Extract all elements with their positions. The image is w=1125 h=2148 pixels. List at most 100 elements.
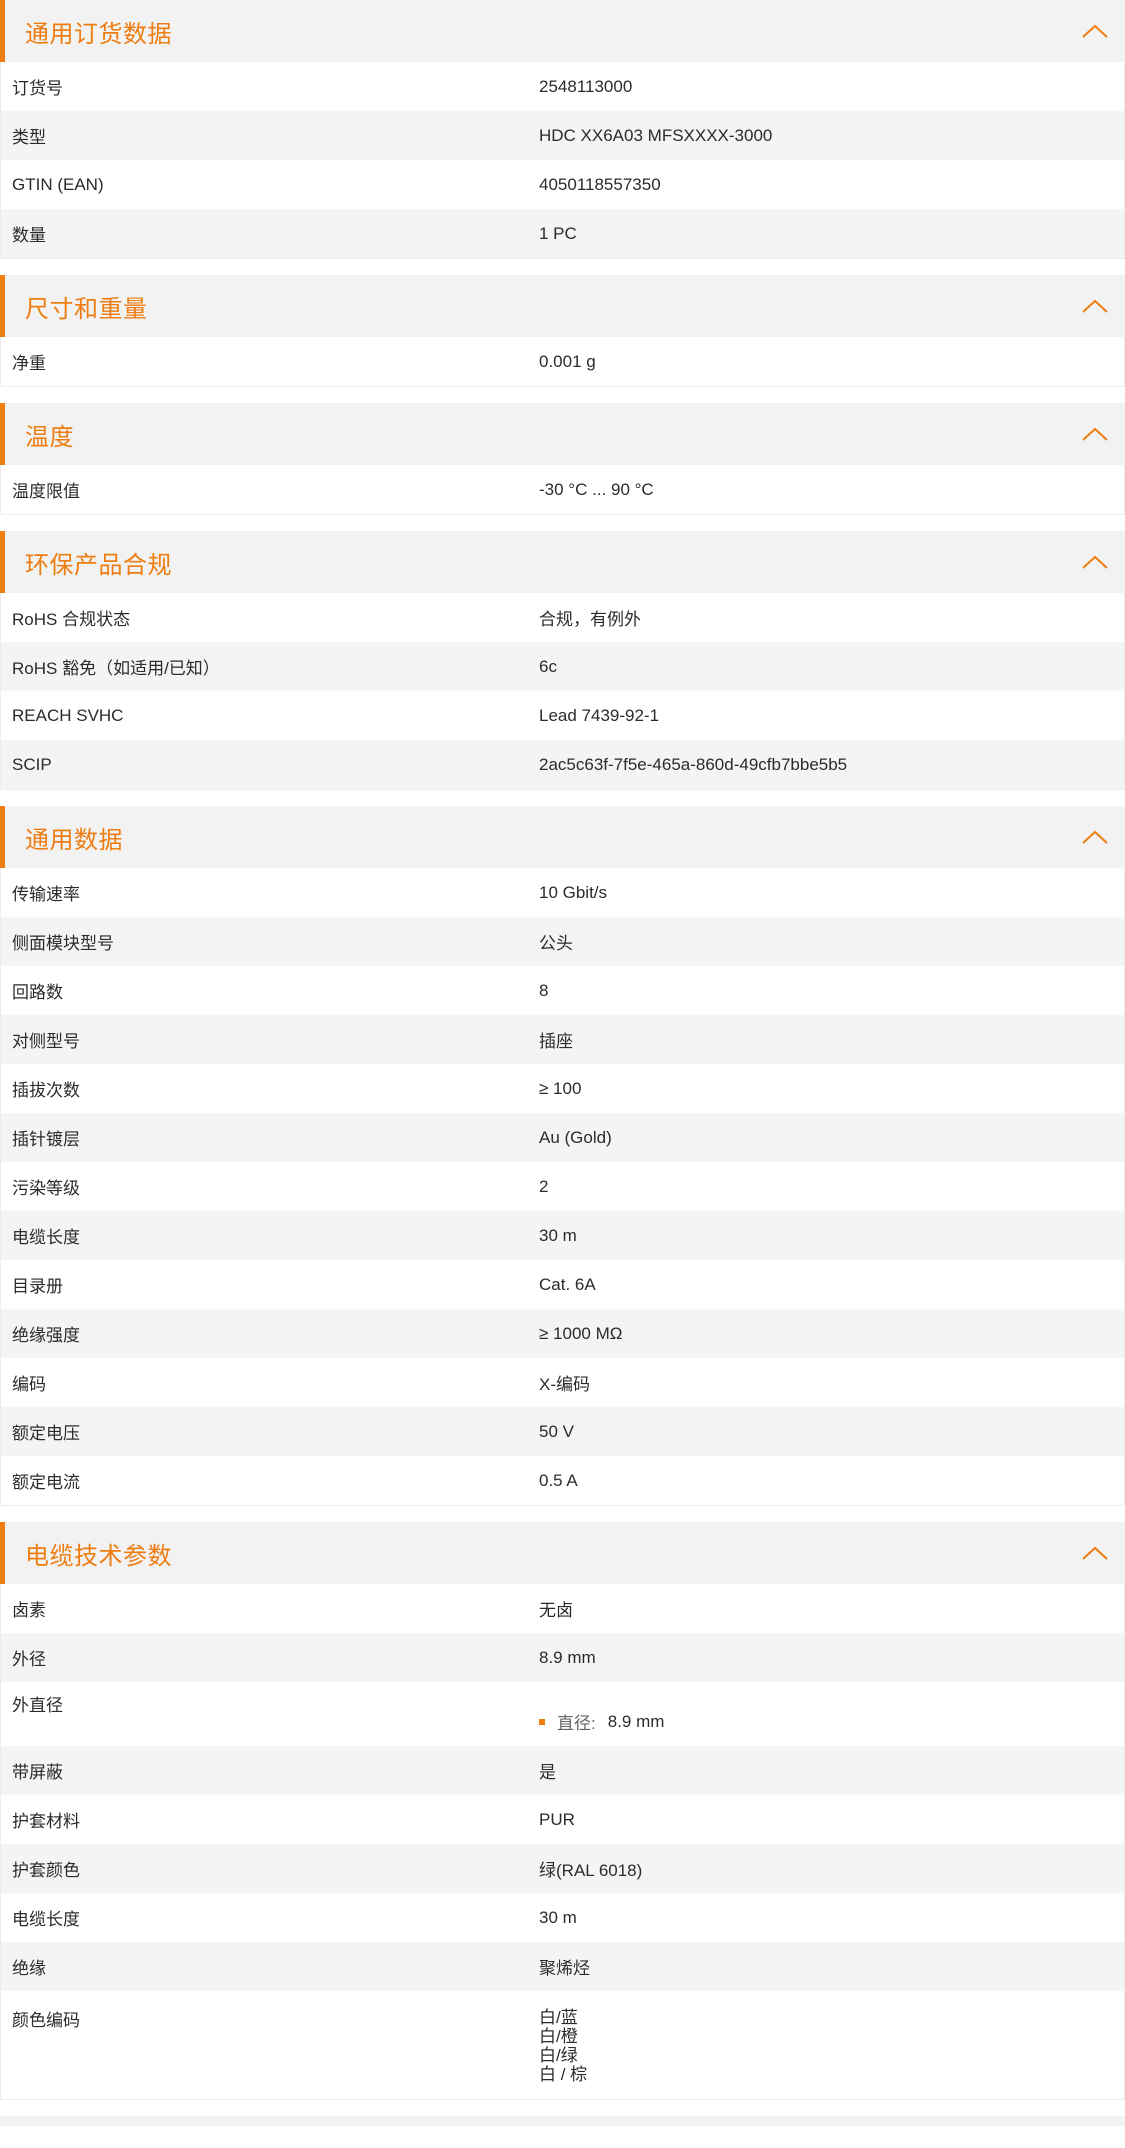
spec-label: 插拔次数 xyxy=(12,1081,80,1100)
spec-row: 颜色编码 白/蓝 白/橙 白/绿白 / 棕 xyxy=(1,1991,1124,2099)
section-title: 尺寸和重量 xyxy=(25,295,148,323)
spec-section: 温度温度限值 -30 °C ... 90 °C xyxy=(0,403,1125,515)
spec-value: 1 PC xyxy=(539,223,577,243)
spec-value: ≥ 100 xyxy=(539,1078,582,1098)
spec-label: 护套材料 xyxy=(12,1812,80,1831)
spec-row: 数量 1 PC xyxy=(1,209,1124,258)
spec-table: RoHS 合规状态 合规，有例外 RoHS 豁免（如适用/已知） 6c REACH SV… xyxy=(0,593,1125,790)
spec-label: 卤素 xyxy=(12,1601,46,1620)
spec-value: 2ac5c63f-7f5e-465a-860d-49cfb7bbe5b5 xyxy=(539,754,848,774)
spec-row: REACH SVHC Lead 7439-92-1 xyxy=(1,691,1124,740)
chevron-up-icon[interactable] xyxy=(1081,298,1109,314)
section-title: 环保产品合规 xyxy=(25,551,172,579)
spec-section: 通用数据 传输速率 10 Gbit/s 侧面模块型号 公头回路数 8 对侧型号 插座插拔次数 ≥… xyxy=(0,806,1125,1506)
spec-value: X-编码 xyxy=(539,1375,590,1394)
section-header[interactable]: 通用数据 xyxy=(0,806,1125,868)
spec-row: 外直径 直径: 8.9 mm xyxy=(1,1682,1124,1746)
spec-value: 2548113000 xyxy=(539,76,633,96)
spec-label: 绝缘 xyxy=(12,1959,46,1978)
spec-row: 侧面模块型号 公头 xyxy=(1,917,1124,966)
spec-section: 电缆技术参数 卤素 无卤 外径 8.9 mm 外直径 直径: 8.9 mm 带屏蔽 是护套材料 PU… xyxy=(0,1522,1125,2100)
spec-label: REACH SVHC xyxy=(12,705,124,725)
spec-table: 温度限值 -30 °C ... 90 °C xyxy=(0,465,1125,515)
bullet-value: 8.9 mm xyxy=(607,1711,665,1731)
spec-row: SCIP 2ac5c63f-7f5e-465a-860d-49cfb7bbe5b5 xyxy=(1,740,1124,789)
spec-label: 绝缘强度 xyxy=(12,1326,80,1345)
spec-row: 带屏蔽 是 xyxy=(1,1746,1124,1795)
spec-label: GTIN (EAN) xyxy=(12,174,104,194)
spec-table: 净重 0.001 g xyxy=(0,337,1125,387)
spec-value: 公头 xyxy=(539,934,573,953)
spec-value: 50 V xyxy=(539,1421,574,1441)
spec-label: 电缆长度 xyxy=(12,1910,80,1929)
spec-value: 0.001 g xyxy=(539,351,596,371)
spec-row: RoHS 合规状态 合规，有例外 xyxy=(1,593,1124,642)
spec-label: 侧面模块型号 xyxy=(12,934,114,953)
spec-value: 0.5 A xyxy=(539,1470,578,1490)
spec-label: 回路数 xyxy=(12,983,63,1002)
spec-label: 外径 xyxy=(12,1650,46,1669)
section-header[interactable]: 电缆技术参数 xyxy=(0,1522,1125,1584)
bullet-label: 直径: xyxy=(557,1714,596,1733)
spec-label: RoHS 豁免（如适用/已知） xyxy=(12,659,220,678)
spec-value: 2 xyxy=(539,1176,549,1196)
spec-row: RoHS 豁免（如适用/已知） 6c xyxy=(1,642,1124,691)
spec-value-list: 直径: 8.9 mm xyxy=(539,1691,1124,1734)
spec-row: 额定电流 0.5 A xyxy=(1,1456,1124,1505)
spec-row: 护套颜色 绿(RAL 6018) xyxy=(1,1844,1124,1893)
spec-row: GTIN (EAN) 4050118557350 xyxy=(1,160,1124,209)
chevron-up-icon[interactable] xyxy=(1081,23,1109,39)
spec-row: 传输速率 10 Gbit/s xyxy=(1,868,1124,917)
spec-label: 额定电压 xyxy=(12,1424,80,1443)
chevron-up-icon[interactable] xyxy=(1081,426,1109,442)
spec-value: 聚烯烃 xyxy=(539,1959,590,1978)
section-header[interactable]: 环保产品合规 xyxy=(0,531,1125,593)
spec-row: 绝缘强度 ≥ 1000 MΩ xyxy=(1,1309,1124,1358)
section-title: 通用订货数据 xyxy=(25,20,172,48)
section-header[interactable]: 尺寸和重量 xyxy=(0,275,1125,337)
spec-row: 回路数 8 xyxy=(1,966,1124,1015)
spec-value: 插座 xyxy=(539,1032,573,1051)
spec-section: 环保产品合规 RoHS 合规状态 合规，有例外 RoHS 豁免（如适用/已知） 6c RE… xyxy=(0,531,1125,790)
spec-value-line: 白/绿 xyxy=(539,2046,578,2065)
spec-row: 净重 0.001 g xyxy=(1,337,1124,386)
spec-label: 净重 xyxy=(12,354,46,373)
spec-row: 卤素 无卤 xyxy=(1,1584,1124,1633)
spec-value-lines: 白/蓝 白/橙 白/绿白 / 棕 xyxy=(539,2006,1124,2084)
spec-value: 是 xyxy=(539,1763,556,1782)
spec-table: 订货号 2548113000 类型 HDC XX6A03 MFSXXXX-3000 GT… xyxy=(0,62,1125,259)
chevron-up-icon[interactable] xyxy=(1081,1545,1109,1561)
spec-value: -30 °C ... 90 °C xyxy=(539,479,654,499)
spec-row: 插拔次数 ≥ 100 xyxy=(1,1064,1124,1113)
section-header[interactable]: 通用订货数据 xyxy=(0,0,1125,62)
spec-value: HDC XX6A03 MFSXXXX-3000 xyxy=(539,125,773,145)
section-header[interactable]: 温度 xyxy=(0,403,1125,465)
spec-value: Au (Gold) xyxy=(539,1127,612,1147)
spec-row: 额定电压 50 V xyxy=(1,1407,1124,1456)
spec-section: 通用订货数据 订货号 2548113000 类型 HDC XX6A03 MFSXXXX-… xyxy=(0,0,1125,259)
bullet-icon xyxy=(539,1718,545,1725)
spec-label: 外直径 xyxy=(12,1696,63,1715)
spec-label: 电缆长度 xyxy=(12,1228,80,1247)
chevron-up-icon[interactable] xyxy=(1081,554,1109,570)
spec-row: 对侧型号 插座 xyxy=(1,1015,1124,1064)
spec-label: 类型 xyxy=(12,128,46,147)
spec-label: 目录册 xyxy=(12,1277,63,1296)
spec-table: 传输速率 10 Gbit/s 侧面模块型号 公头回路数 8 对侧型号 插座插拔次数 ≥ 100… xyxy=(0,868,1125,1506)
spec-label: 护套颜色 xyxy=(12,1861,80,1880)
spec-row: 目录册 Cat. 6A xyxy=(1,1260,1124,1309)
spec-value: 30 m xyxy=(539,1907,577,1927)
spec-value: 6c xyxy=(539,656,557,676)
spec-row: 插针镀层 Au (Gold) xyxy=(1,1113,1124,1162)
spec-label: 数量 xyxy=(12,226,46,245)
spec-value: 30 m xyxy=(539,1225,577,1245)
spec-row: 绝缘 聚烯烃 xyxy=(1,1942,1124,1991)
spec-label: 带屏蔽 xyxy=(12,1763,63,1782)
spec-label: 温度限值 xyxy=(12,482,80,501)
spec-row: 温度限值 -30 °C ... 90 °C xyxy=(1,465,1124,514)
chevron-up-icon[interactable] xyxy=(1081,829,1109,845)
spec-value-line: 白 / 棕 xyxy=(539,2065,588,2084)
spec-value: Lead 7439-92-1 xyxy=(539,705,660,725)
spec-value: 绿(RAL 6018) xyxy=(539,1861,643,1880)
section-title: 电缆技术参数 xyxy=(25,1542,172,1570)
